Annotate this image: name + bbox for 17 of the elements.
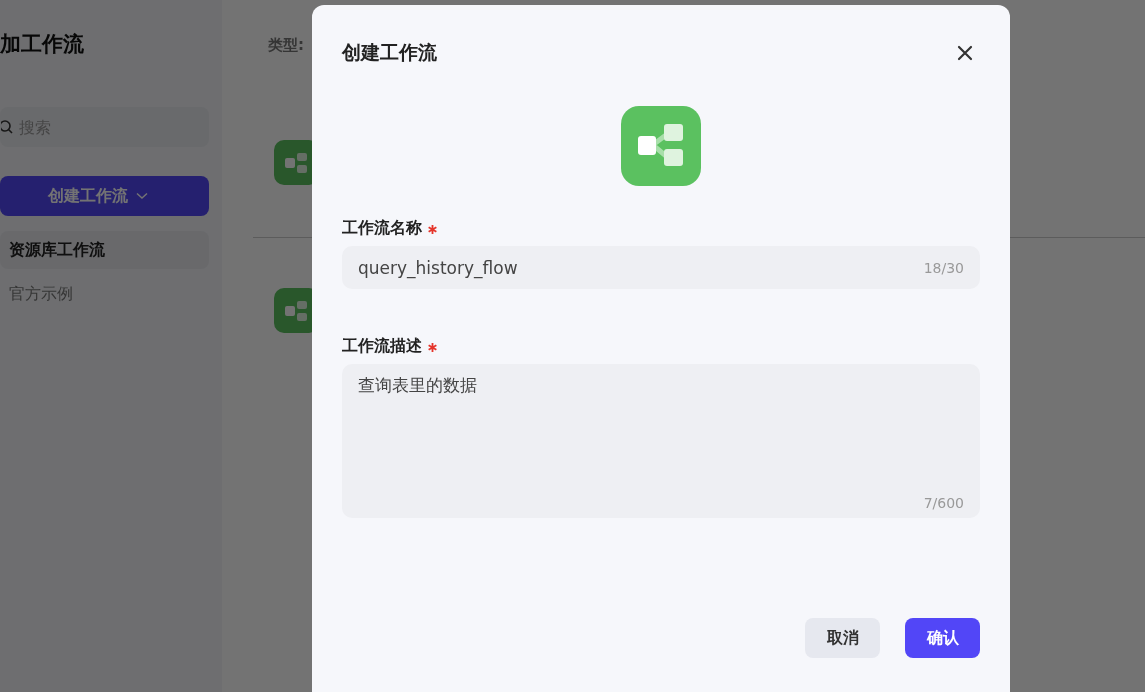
- character-counter: 7/600: [923, 495, 964, 511]
- cancel-button[interactable]: 取消: [805, 618, 880, 658]
- field-label: 工作流名称: [342, 218, 422, 239]
- confirm-button[interactable]: 确认: [905, 618, 980, 658]
- field-value: 查询表里的数据: [358, 375, 477, 395]
- chevron-down-icon: [135, 192, 148, 200]
- nav-item[interactable]: 资源库工作流: [0, 231, 209, 269]
- description-field[interactable]: 查询表里的数据 7/600: [342, 364, 980, 518]
- field-label: 工作流描述: [342, 336, 422, 357]
- filter-label: 类型:: [268, 36, 304, 55]
- page-title: 加工作流: [0, 31, 85, 58]
- name-field[interactable]: query_history_flow 18/30: [342, 246, 980, 289]
- dialog-title: 创建工作流: [342, 40, 437, 65]
- field-value: query_history_flow: [358, 257, 518, 278]
- close-icon[interactable]: [957, 45, 973, 61]
- workflow-icon: [621, 106, 701, 186]
- character-counter: 18/30: [923, 259, 964, 276]
